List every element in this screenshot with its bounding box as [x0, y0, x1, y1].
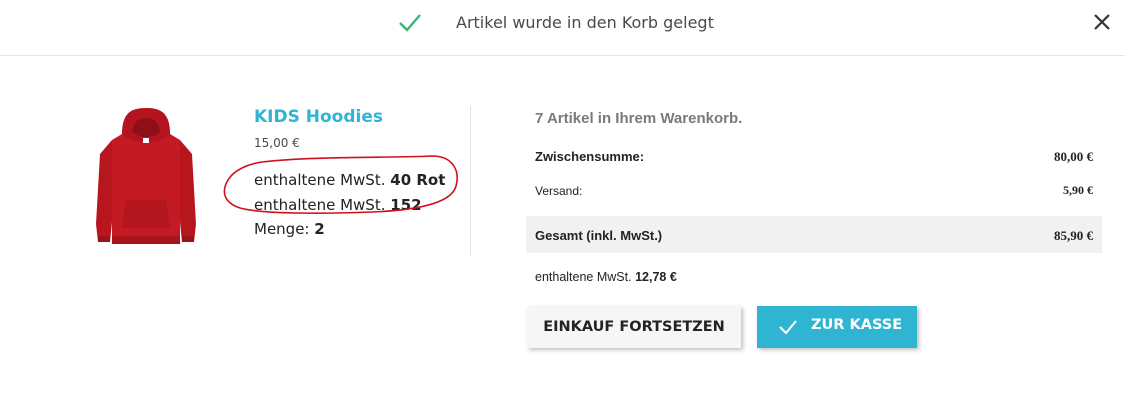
quantity-label: Menge: — [254, 220, 310, 238]
checkout-button[interactable]: ZUR KASSE — [757, 306, 917, 348]
tax-label: enthaltene MwSt. — [254, 196, 386, 214]
quantity-value: 2 — [314, 220, 325, 238]
total-label: Gesamt (inkl. MwSt.) — [535, 228, 663, 243]
cart-tax-value: 12,78 € — [635, 270, 677, 284]
shipping-value: 5,90 € — [1063, 183, 1093, 197]
red-hoodie-image — [72, 104, 222, 254]
vertical-divider — [470, 106, 471, 256]
product-price: 15,00 € — [254, 136, 300, 150]
tax-value: 40 Rot — [390, 171, 446, 189]
checkout-label: ZUR KASSE — [811, 317, 903, 333]
product-tax-line-2: enthaltene MwSt. 152 — [254, 196, 422, 214]
shipping-label: Versand: — [535, 184, 583, 198]
check-icon — [399, 14, 421, 32]
tax-label: enthaltene MwSt. — [254, 171, 386, 189]
product-name[interactable]: KIDS Hoodies — [254, 107, 383, 127]
tax-value: 152 — [390, 196, 422, 214]
continue-shopping-button[interactable]: EINKAUF FORTSETZEN — [527, 306, 741, 348]
cart-tax-label: enthaltene MwSt. — [535, 270, 632, 284]
modal-header: Artikel wurde in den Korb gelegt — [0, 0, 1125, 56]
subtotal-row: Zwischensumme: 80,00 € — [526, 146, 1102, 168]
shipping-row: Versand: 5,90 € — [526, 180, 1102, 202]
total-row: Gesamt (inkl. MwSt.) 85,90 € — [526, 216, 1102, 253]
added-to-cart-message: Artikel wurde in den Korb gelegt — [456, 13, 714, 32]
subtotal-label: Zwischensumme: — [535, 149, 645, 164]
close-icon[interactable] — [1091, 11, 1113, 33]
product-tax-line-1: enthaltene MwSt. 40 Rot — [254, 171, 445, 189]
total-value: 85,90 € — [1054, 228, 1093, 243]
product-quantity: Menge: 2 — [254, 220, 325, 238]
check-icon — [779, 320, 797, 335]
cart-tax-line: enthaltene MwSt. 12,78 € — [535, 270, 677, 284]
subtotal-value: 80,00 € — [1054, 149, 1093, 164]
cart-item-count: 7 Artikel in Ihrem Warenkorb. — [535, 110, 743, 127]
